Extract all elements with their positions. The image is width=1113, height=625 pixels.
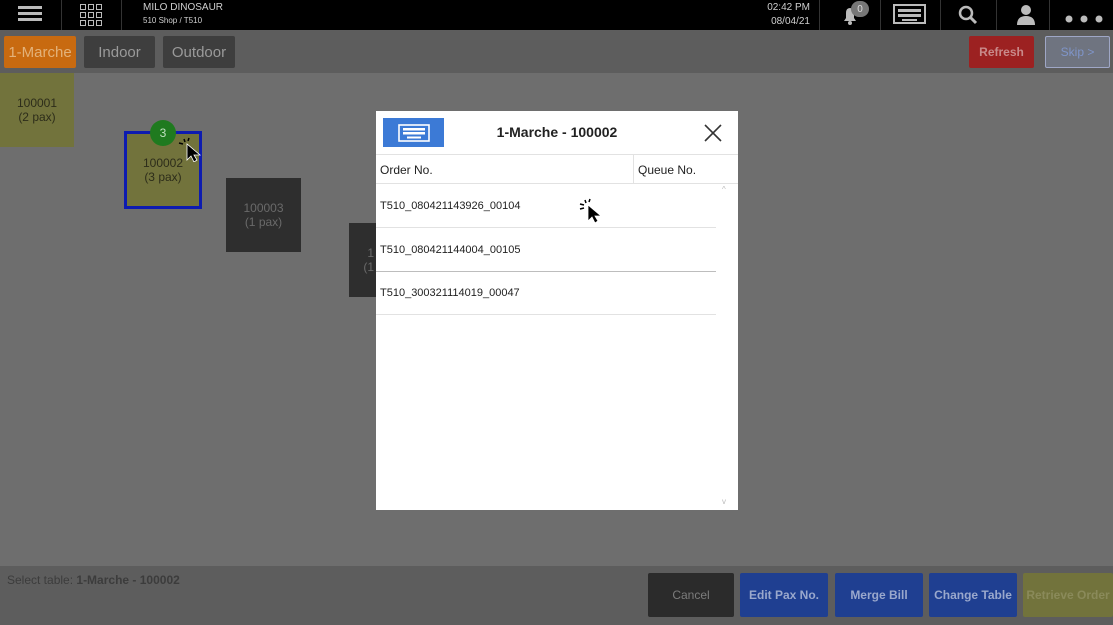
tab-1-marche[interactable]: 1-Marche (4, 36, 76, 68)
search-icon[interactable] (958, 5, 978, 30)
clock-date: 08/04/21 (771, 16, 810, 27)
divider (880, 0, 881, 30)
shop-name: 510 Shop / T510 (143, 16, 203, 25)
table-id: 100001 (16, 96, 58, 110)
table-id: 100003 (243, 201, 284, 215)
table-id: 100002 (142, 156, 184, 170)
refresh-button[interactable]: Refresh (969, 36, 1034, 68)
scroll-up-icon[interactable]: ^ (722, 185, 726, 194)
notification-count-badge: 0 (851, 1, 869, 17)
selected-table-label: Select table: (7, 573, 74, 587)
divider (940, 0, 941, 30)
divider (819, 0, 820, 30)
menu-icon[interactable] (18, 3, 42, 24)
user-icon[interactable] (1016, 4, 1036, 31)
close-icon[interactable] (703, 123, 723, 148)
tab-indoor[interactable]: Indoor (84, 36, 155, 68)
merge-bill-button[interactable]: Merge Bill (835, 573, 923, 617)
table-pax: (1 pax) (244, 215, 283, 229)
table-100003[interactable]: 100003 (1 pax) (226, 178, 301, 252)
cursor-click-icon (578, 196, 606, 229)
order-number: T510_300321114019_00047 (380, 287, 520, 299)
cursor-click-icon (178, 136, 204, 167)
dialog-title: 1-Marche - 100002 (496, 124, 618, 140)
apps-grid-icon[interactable] (80, 4, 102, 26)
order-number: T510_080421144004_00105 (380, 244, 521, 256)
order-number: T510_080421143926_00104 (380, 200, 521, 212)
table-guest-count-badge: 3 (150, 120, 176, 146)
order-row[interactable]: T510_300321114019_00047 (376, 272, 716, 315)
keyboard-icon (397, 123, 430, 142)
selected-table-status: Select table: 1-Marche - 100002 (7, 573, 180, 587)
column-header-queue-no[interactable]: Queue No. (638, 163, 696, 177)
divider (1049, 0, 1050, 30)
table-100001[interactable]: 100001 (2 pax) (0, 73, 74, 147)
retrieve-order-button[interactable]: Retrieve Order (1023, 573, 1113, 617)
app-name: MILO DINOSAUR (143, 2, 224, 13)
skip-button[interactable]: Skip > (1045, 36, 1110, 68)
cancel-button[interactable]: Cancel (648, 573, 734, 617)
more-options-icon[interactable] (1065, 10, 1103, 28)
keyboard-icon[interactable] (893, 4, 926, 29)
table-partial[interactable]: 1 (1 (349, 223, 376, 297)
column-header-order-no[interactable]: Order No. (380, 163, 433, 177)
tab-outdoor[interactable]: Outdoor (163, 36, 235, 68)
table-pax: (3 pax) (144, 170, 182, 184)
divider (61, 0, 62, 30)
order-row[interactable]: T510_080421143926_00104 (376, 185, 716, 228)
table-pax: (2 pax) (18, 110, 56, 124)
edit-pax-button[interactable]: Edit Pax No. (740, 573, 828, 617)
clock-time: 02:42 PM (767, 2, 810, 13)
change-table-button[interactable]: Change Table (929, 573, 1017, 617)
table-pax: (1 (363, 260, 374, 274)
divider (121, 0, 122, 30)
keyboard-button[interactable] (383, 118, 444, 147)
column-divider (633, 155, 634, 184)
table-id: 1 (367, 246, 374, 260)
order-row[interactable]: T510_080421144004_00105 (376, 229, 716, 272)
divider (996, 0, 997, 30)
selected-table-value: 1-Marche - 100002 (76, 573, 180, 587)
scroll-down-icon[interactable]: v (722, 497, 726, 506)
